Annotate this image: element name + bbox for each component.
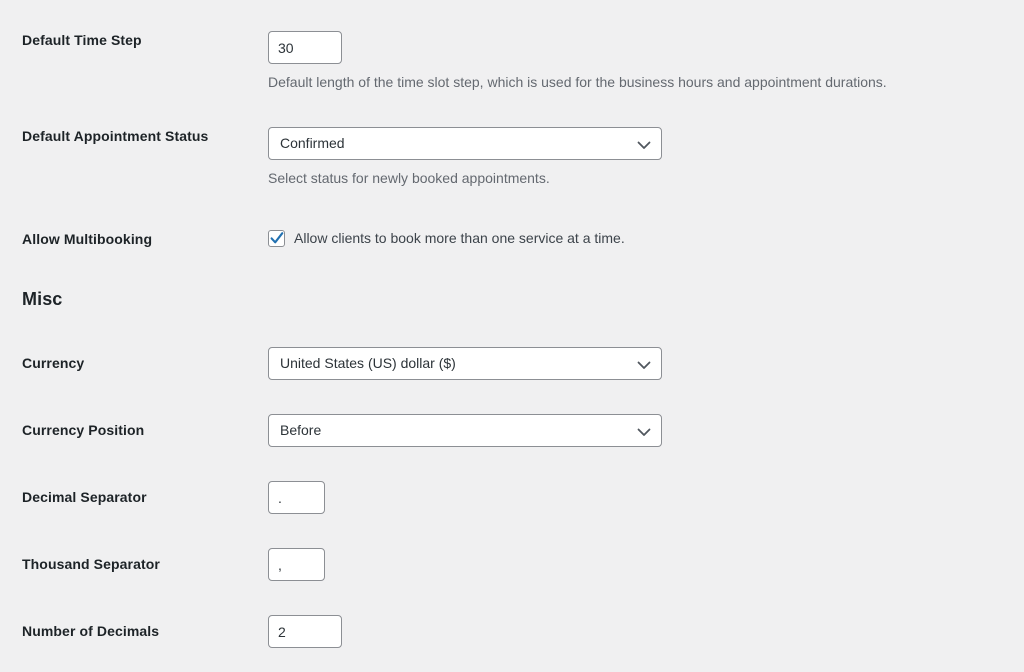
field-control-default-appointment-status: Confirmed <box>268 127 662 160</box>
allow-multibooking-checkbox-row[interactable]: Allow clients to book more than one serv… <box>268 229 625 247</box>
field-control-currency-position: Before <box>268 414 662 447</box>
currency-value: United States (US) dollar ($) <box>280 355 456 371</box>
currency-position-value: Before <box>280 422 322 438</box>
section-heading-misc: Misc <box>22 289 63 309</box>
field-control-default-time-step <box>268 31 342 64</box>
field-description-default-time-step: Default length of the time slot step, wh… <box>268 74 887 90</box>
field-label-number-of-decimals: Number of Decimals <box>22 623 160 639</box>
currency-select[interactable]: United States (US) dollar ($) <box>268 347 662 380</box>
check-icon <box>270 231 284 243</box>
field-label-thousand-separator: Thousand Separator <box>22 556 160 572</box>
thousand-separator-input[interactable] <box>268 548 325 581</box>
field-description-default-appointment-status: Select status for newly booked appointme… <box>268 170 550 186</box>
field-label-allow-multibooking: Allow Multibooking <box>22 231 153 247</box>
default-appointment-status-value: Confirmed <box>280 135 345 151</box>
field-control-currency: United States (US) dollar ($) <box>268 347 662 380</box>
field-control-thousand-separator <box>268 548 325 581</box>
field-control-decimal-separator <box>268 481 325 514</box>
allow-multibooking-checkbox[interactable] <box>268 229 285 247</box>
field-label-decimal-separator: Decimal Separator <box>22 489 147 505</box>
chevron-down-icon <box>637 358 651 370</box>
field-label-currency-position: Currency Position <box>22 422 145 438</box>
field-label-default-appointment-status: Default Appointment Status <box>22 128 209 144</box>
chevron-down-icon <box>637 425 651 437</box>
default-appointment-status-select[interactable]: Confirmed <box>268 127 662 160</box>
allow-multibooking-label: Allow clients to book more than one serv… <box>294 230 625 246</box>
field-label-currency: Currency <box>22 355 85 371</box>
number-of-decimals-input[interactable] <box>268 615 342 648</box>
currency-position-select[interactable]: Before <box>268 414 662 447</box>
default-time-step-input[interactable] <box>268 31 342 64</box>
field-label-default-time-step: Default Time Step <box>22 32 142 48</box>
field-control-number-of-decimals <box>268 615 342 648</box>
decimal-separator-input[interactable] <box>268 481 325 514</box>
chevron-down-icon <box>637 138 651 150</box>
